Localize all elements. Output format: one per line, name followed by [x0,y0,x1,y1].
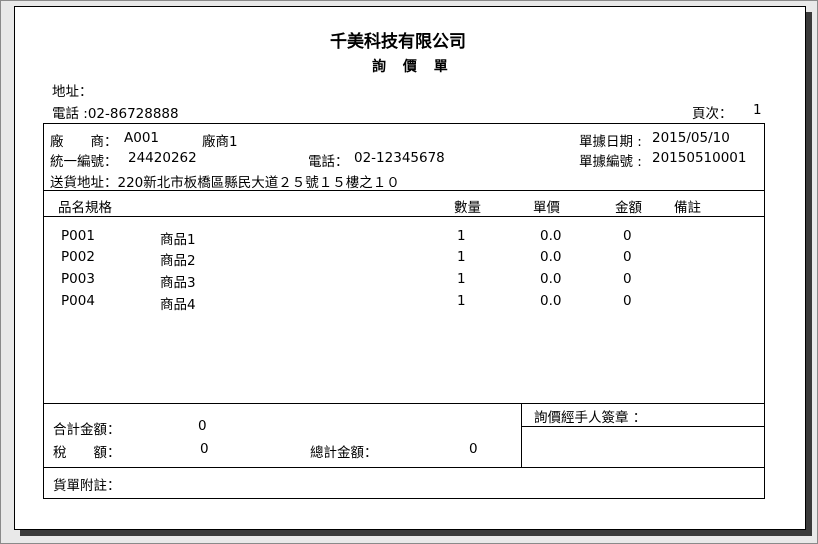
phone-label: 電話 : [52,106,88,122]
company-name: 千美科技有限公司 [330,32,466,52]
item-amount: 0 [623,228,632,244]
tax-id-value: 24420262 [128,150,197,166]
item-price: 0.0 [540,293,562,309]
doc-no-value: 20150510001 [652,150,747,166]
header-divider [43,190,764,191]
item-amount: 0 [623,271,632,287]
item-qty: 1 [457,249,466,265]
phone-line: 電話 :02-86728888 [52,102,179,122]
subtotal-label: 合計金額： [53,422,121,438]
ship-address-line: 送貨地址：220新北市板橋區縣民大道２５號１５樓之１０ [50,171,400,191]
col-price: 單價 [533,200,560,216]
item-name: 商品3 [160,275,196,291]
inquiry-sheet: 千美科技有限公司 詢 價 單 地址： 電話 :02-86728888 頁次： 1… [14,6,806,530]
item-price: 0.0 [540,271,562,287]
item-qty: 1 [457,293,466,309]
ship-address-value: 220新北市板橋區縣民大道２５號１５樓之１０ [117,175,400,191]
doc-date-value: 2015/05/10 [652,130,730,146]
grand-total-value: 0 [469,441,478,457]
col-note: 備註 [674,200,701,216]
item-price: 0.0 [540,228,562,244]
page-number: 1 [753,102,762,118]
sign-label: 詢價經手人簽章 ： [534,410,647,426]
subtotal-value: 0 [198,418,207,434]
document-title: 詢 價 單 [372,59,454,75]
vendor-phone-label: 電話： [308,154,349,170]
col-amount: 金額 [615,200,642,216]
item-qty: 1 [457,271,466,287]
vendor-phone-value: 02-12345678 [354,150,445,166]
item-code: P004 [61,293,95,309]
tax-label: 稅 額： [53,445,121,461]
item-name: 商品2 [160,253,196,269]
doc-date-label: 單據日期 : [579,134,642,150]
grand-total-label: 總計金額： [310,445,378,461]
remark-divider [43,467,764,468]
totals-divider [43,403,764,404]
item-code: P002 [61,249,95,265]
ship-address-label: 送貨地址： [50,175,118,191]
item-qty: 1 [457,228,466,244]
vendor-label: 廠 商： [50,134,118,150]
item-name: 商品4 [160,297,196,313]
item-name: 商品1 [160,232,196,248]
sign-column-divider [521,403,522,468]
vendor-code: A001 [124,130,160,146]
remark-label: 貨單附註： [53,478,121,494]
sign-divider [521,426,764,427]
address-label: 地址： [52,84,93,100]
item-amount: 0 [623,293,632,309]
item-code: P003 [61,271,95,287]
column-header-divider [43,216,764,217]
col-qty: 數量 [454,200,481,216]
item-code: P001 [61,228,95,244]
tax-id-label: 統一編號： [50,154,118,170]
phone-value: 02-86728888 [87,106,179,122]
page-label: 頁次： [692,106,733,122]
item-price: 0.0 [540,249,562,265]
doc-no-label: 單據編號 : [579,154,642,170]
tax-value: 0 [200,441,209,457]
col-spec: 品名規格 [58,200,112,216]
item-amount: 0 [623,249,632,265]
vendor-name: 廠商1 [202,134,238,150]
